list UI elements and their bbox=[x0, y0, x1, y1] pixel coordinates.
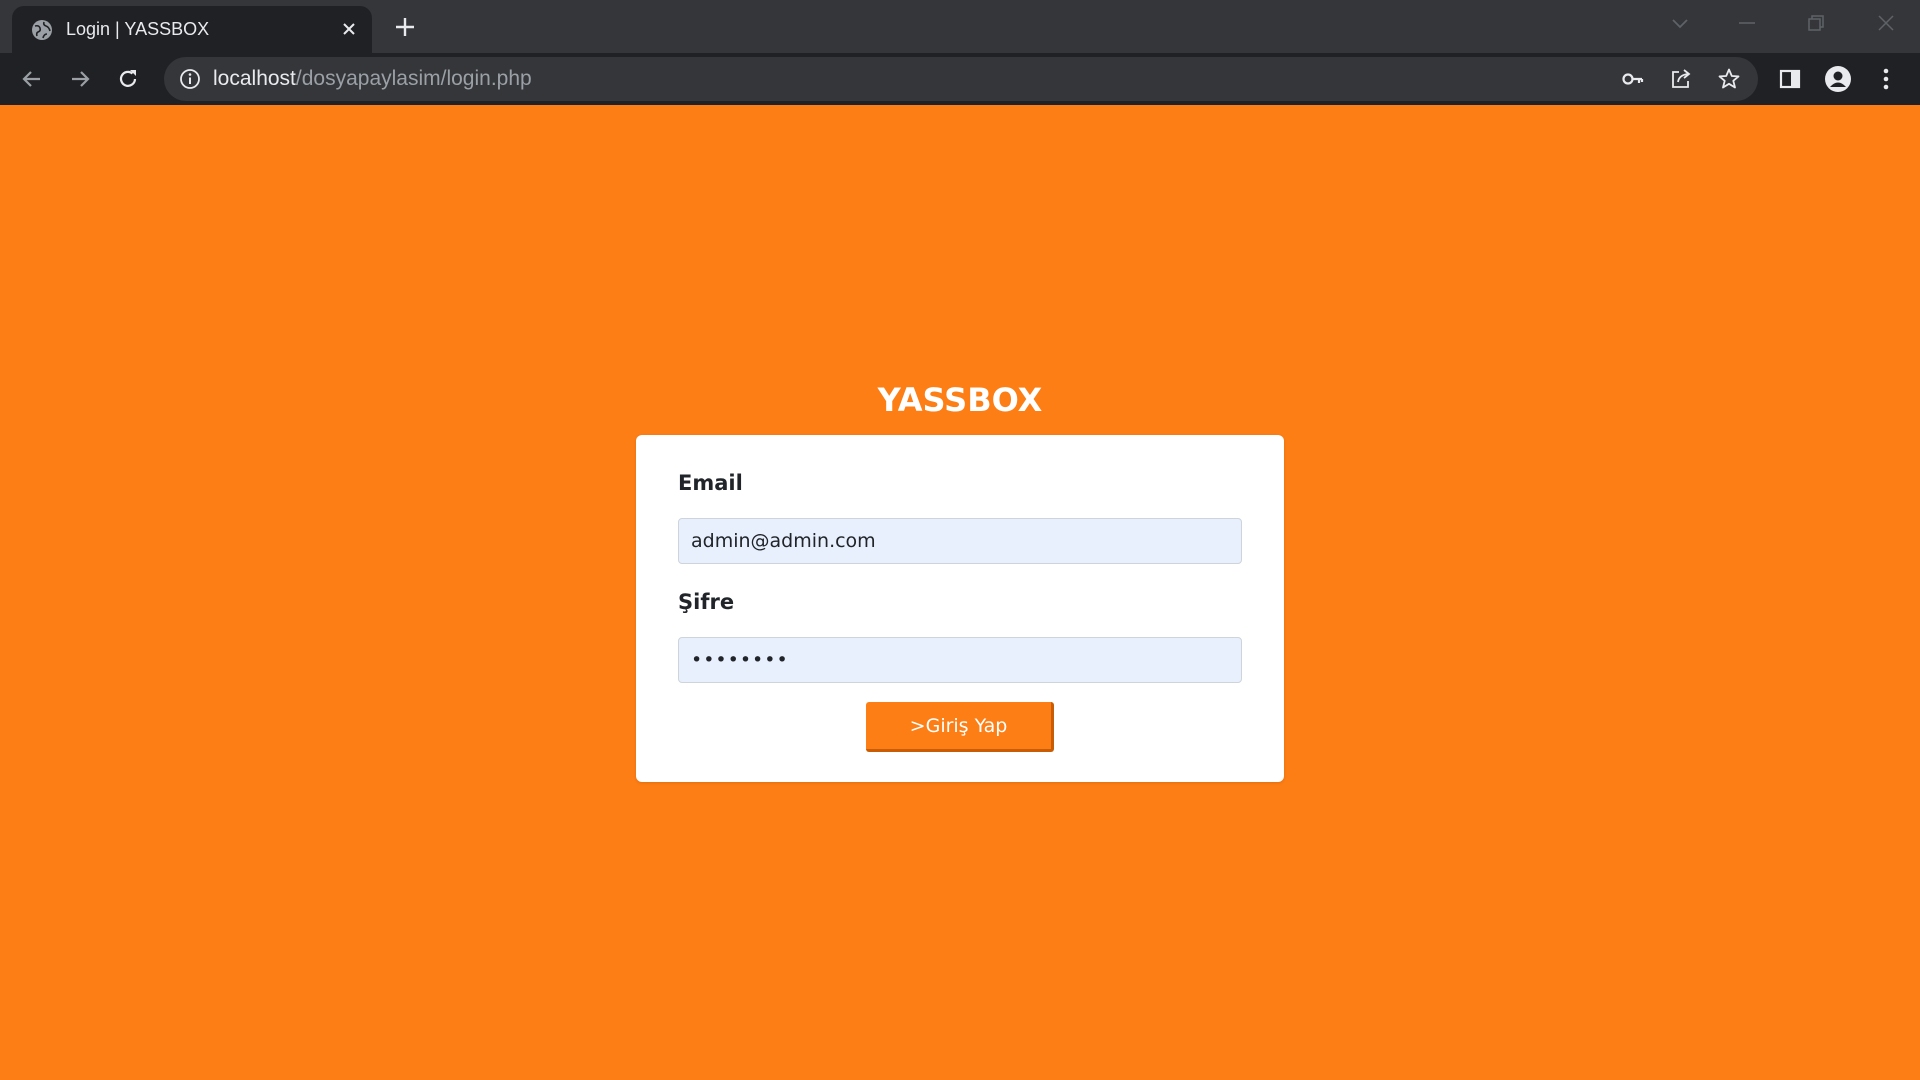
tab-search-icon[interactable] bbox=[1660, 8, 1700, 38]
url-host: localhost bbox=[213, 67, 296, 90]
key-icon[interactable] bbox=[1619, 65, 1647, 93]
profile-icon[interactable] bbox=[1821, 62, 1855, 96]
email-label: Email bbox=[678, 471, 743, 495]
login-card: Email Şifre >Giriş Yap bbox=[636, 435, 1284, 782]
arrow-left-icon[interactable] bbox=[15, 62, 49, 96]
share-icon[interactable] bbox=[1667, 65, 1695, 93]
minimize-icon[interactable] bbox=[1727, 8, 1767, 38]
password-field[interactable] bbox=[678, 637, 1242, 683]
close-icon[interactable] bbox=[337, 17, 361, 41]
login-button[interactable]: >Giriş Yap bbox=[866, 702, 1054, 752]
side-panel-icon[interactable] bbox=[1773, 62, 1807, 96]
star-icon[interactable] bbox=[1715, 65, 1743, 93]
password-label: Şifre bbox=[678, 590, 735, 614]
tab-title: Login | YASSBOX bbox=[66, 19, 210, 39]
plus-icon[interactable] bbox=[390, 12, 420, 42]
page-title: YASSBOX bbox=[877, 381, 1043, 419]
globe-icon bbox=[31, 19, 53, 41]
browser-toolbar: localhost/dosyapaylasim/login.php bbox=[0, 53, 1920, 105]
address-bar[interactable]: localhost/dosyapaylasim/login.php bbox=[164, 57, 1758, 101]
info-icon[interactable] bbox=[178, 67, 202, 91]
url-path: /dosyapaylasim/login.php bbox=[295, 67, 532, 90]
reload-icon[interactable] bbox=[111, 62, 145, 96]
page-viewport: YASSBOX Email Şifre >Giriş Yap bbox=[0, 105, 1920, 1080]
tab-strip: Login | YASSBOX bbox=[0, 0, 1920, 53]
close-window-icon[interactable] bbox=[1866, 8, 1906, 38]
kebab-menu-icon[interactable] bbox=[1869, 62, 1903, 96]
browser-tab[interactable]: Login | YASSBOX bbox=[12, 6, 372, 53]
email-field[interactable] bbox=[678, 518, 1242, 564]
arrow-right-icon[interactable] bbox=[63, 62, 97, 96]
url-text: localhost/dosyapaylasim/login.php bbox=[213, 67, 532, 91]
restore-icon[interactable] bbox=[1796, 8, 1836, 38]
